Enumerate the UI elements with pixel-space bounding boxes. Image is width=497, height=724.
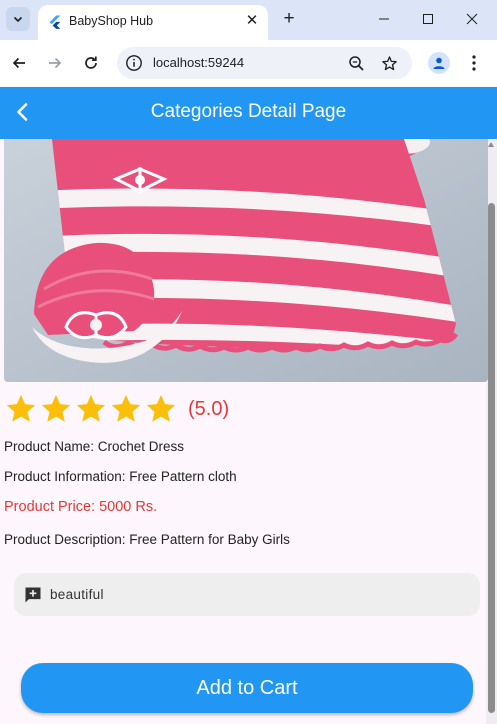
product-name: Product Name: Crochet Dress	[4, 439, 185, 454]
bookmark-star-icon[interactable]	[380, 54, 398, 72]
rating-row: (5.0)	[4, 392, 229, 426]
comment-text: beautiful	[50, 587, 104, 602]
product-image	[4, 139, 488, 382]
star-icon	[111, 394, 141, 422]
reload-button[interactable]	[79, 51, 103, 75]
star-icon	[76, 394, 106, 422]
star-icon	[41, 394, 71, 422]
site-info-icon[interactable]	[125, 54, 143, 72]
maximize-icon	[423, 14, 433, 24]
rating-value: (5.0)	[188, 397, 230, 420]
add-to-cart-button[interactable]: Add to Cart	[21, 663, 473, 713]
product-information: Product Information: Free Pattern cloth	[4, 469, 237, 484]
star-icon	[146, 394, 176, 422]
product-description: Product Description: Free Pattern for Ba…	[4, 532, 290, 547]
maximize-button[interactable]	[413, 6, 443, 32]
chevron-down-icon	[13, 16, 23, 23]
scroll-up-arrow-icon[interactable]	[488, 142, 494, 147]
scrollbar-thumb[interactable]	[488, 203, 495, 713]
page-title: Categories Detail Page	[150, 101, 347, 122]
add-comment-icon	[25, 587, 41, 603]
url-text: localhost:59244	[153, 55, 245, 70]
more-vert-icon	[472, 55, 476, 71]
profile-avatar[interactable]	[428, 52, 450, 74]
app-bar: Categories Detail Page	[0, 87, 497, 139]
back-nav-button[interactable]	[7, 51, 31, 75]
address-bar[interactable]: localhost:59244	[117, 47, 412, 79]
minimize-button[interactable]	[369, 6, 399, 32]
reload-icon	[85, 56, 97, 69]
tab-title: BabyShop Hub	[69, 14, 154, 28]
browser-tab-strip: BabyShop Hub ✕ +	[0, 0, 497, 40]
forward-nav-button[interactable]	[43, 51, 67, 75]
comment-item: beautiful	[14, 573, 480, 616]
tab-close-icon[interactable]: ✕	[242, 10, 262, 30]
new-tab-button[interactable]: +	[278, 8, 300, 30]
browser-tab[interactable]: BabyShop Hub ✕	[38, 5, 268, 40]
tab-search-button[interactable]	[6, 7, 30, 31]
flutter-icon	[49, 15, 61, 29]
person-icon	[433, 57, 445, 69]
arrow-right-icon	[49, 57, 62, 69]
window-close-button[interactable]	[457, 6, 487, 32]
minimize-icon	[379, 18, 389, 20]
arrow-left-icon	[12, 57, 25, 69]
browser-menu-button[interactable]	[466, 52, 482, 74]
zoom-icon[interactable]	[347, 54, 365, 72]
product-price: Product Price: 5000 Rs.	[4, 499, 158, 515]
close-icon	[466, 13, 478, 25]
browser-toolbar: localhost:59244	[0, 40, 497, 86]
star-icon	[6, 394, 36, 422]
crochet-dress-photo	[4, 139, 488, 382]
